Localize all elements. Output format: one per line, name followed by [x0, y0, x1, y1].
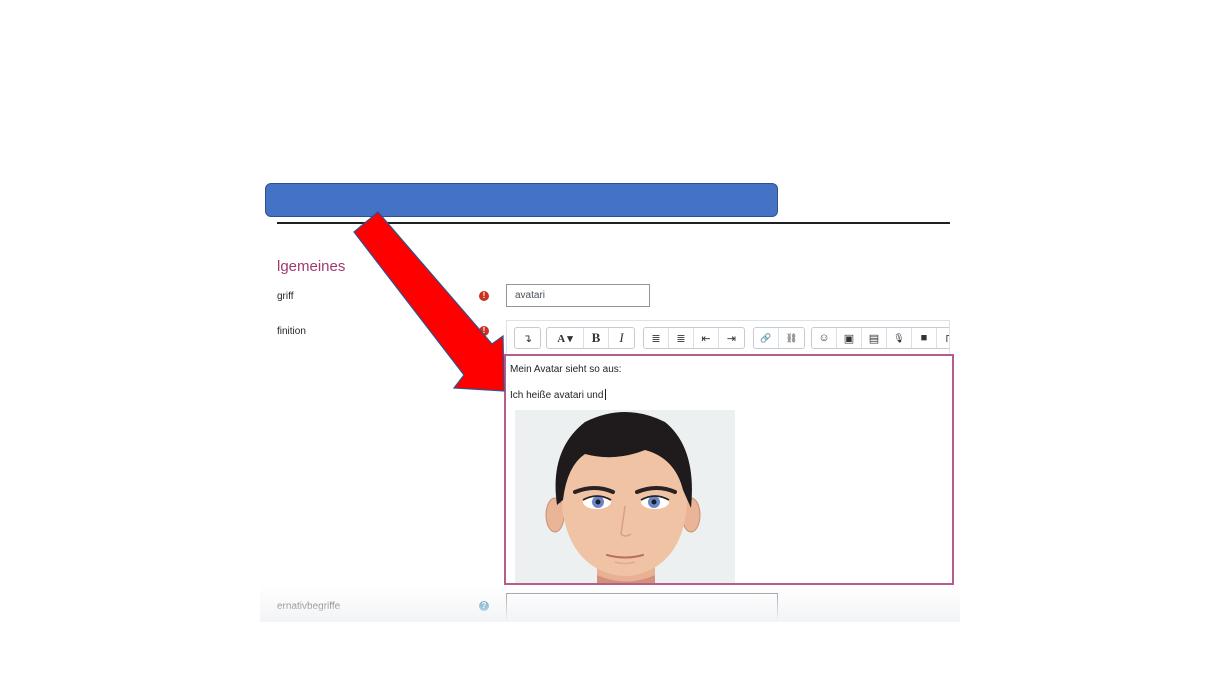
red-arrow-icon [353, 211, 505, 392]
